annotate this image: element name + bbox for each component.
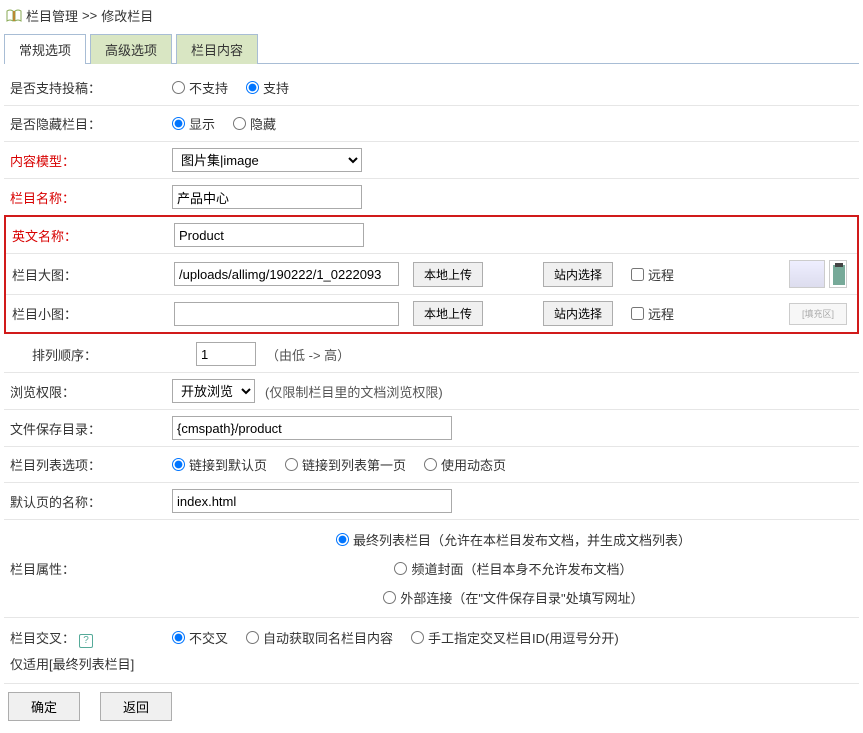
label-cross: 栏目交叉：? xyxy=(10,628,172,648)
smallimg-thumbs: [填充区] xyxy=(789,303,847,325)
input-order[interactable] xyxy=(196,342,256,366)
input-defpage[interactable] xyxy=(172,489,452,513)
label-smallimg: 栏目小图： xyxy=(10,304,174,323)
radio-listopt-1[interactable]: 链接到默认页 xyxy=(172,455,267,474)
label-defpage: 默认页的名称： xyxy=(8,492,172,511)
select-model[interactable]: 图片集|image xyxy=(172,148,362,172)
label-listopt: 栏目列表选项： xyxy=(8,455,172,474)
book-icon xyxy=(6,9,22,23)
row-listopt: 栏目列表选项： 链接到默认页 链接到列表第一页 使用动态页 xyxy=(4,447,859,483)
input-colname[interactable] xyxy=(172,185,362,209)
radio-hidden-hide[interactable]: 隐藏 xyxy=(233,114,276,133)
row-defpage: 默认页的名称： xyxy=(4,483,859,520)
radio-cross-1[interactable]: 不交叉 xyxy=(172,628,228,647)
btn-bigimg-local[interactable]: 本地上传 xyxy=(413,262,483,287)
tabs: 常规选项 高级选项 栏目内容 xyxy=(4,33,859,64)
check-bigimg-remote[interactable]: 远程 xyxy=(631,265,674,284)
row-savedir: 文件保存目录： xyxy=(4,410,859,447)
btn-back[interactable]: 返回 xyxy=(100,692,172,721)
btn-bigimg-site[interactable]: 站内选择 xyxy=(543,262,613,287)
radio-submission-no[interactable]: 不支持 xyxy=(172,78,228,97)
tab-general[interactable]: 常规选项 xyxy=(4,34,86,64)
label-colname: 栏目名称： xyxy=(8,188,172,207)
tab-content[interactable]: 栏目内容 xyxy=(176,34,258,64)
breadcrumb: 栏目管理 >> 修改栏目 xyxy=(4,4,859,33)
label-hidden: 是否隐藏栏目： xyxy=(8,114,172,133)
thumb-preview-2 xyxy=(829,260,847,288)
label-model: 内容模型： xyxy=(8,151,172,170)
row-cross: 栏目交叉：? 仅适用[最终列表栏目] 不交叉 自动获取同名栏目内容 手工指定交叉… xyxy=(4,618,859,684)
btn-smallimg-local[interactable]: 本地上传 xyxy=(413,301,483,326)
label-bigimg: 栏目大图： xyxy=(10,265,174,284)
row-bigimg: 栏目大图： 本地上传 站内选择 远程 xyxy=(6,254,857,295)
highlight-box: 英文名称： 栏目大图： 本地上传 站内选择 远程 栏目小图： xyxy=(4,215,859,334)
breadcrumb-module: 栏目管理 xyxy=(26,6,78,25)
radio-hidden-show[interactable]: 显示 xyxy=(172,114,215,133)
hint-perm: (仅限制栏目里的文档浏览权限) xyxy=(265,382,443,401)
radio-submission-yes[interactable]: 支持 xyxy=(246,78,289,97)
label-perm: 浏览权限： xyxy=(8,382,172,401)
row-perm: 浏览权限： 开放浏览 (仅限制栏目里的文档浏览权限) xyxy=(4,373,859,410)
row-order: 排列顺序： （由低 -> 高） xyxy=(4,336,859,373)
bigimg-thumbs xyxy=(789,260,847,288)
breadcrumb-sep: >> xyxy=(82,8,97,23)
help-icon[interactable]: ? xyxy=(79,634,93,648)
tab-advanced[interactable]: 高级选项 xyxy=(90,34,172,64)
label-enname: 英文名称： xyxy=(10,226,174,245)
input-savedir[interactable] xyxy=(172,416,452,440)
btn-ok[interactable]: 确定 xyxy=(8,692,80,721)
select-perm[interactable]: 开放浏览 xyxy=(172,379,255,403)
input-enname[interactable] xyxy=(174,223,364,247)
label-submission: 是否支持投稿： xyxy=(8,78,172,97)
input-bigimg[interactable] xyxy=(174,262,399,286)
thumb-attach: [填充区] xyxy=(789,303,847,325)
row-smallimg: 栏目小图： 本地上传 站内选择 远程 [填充区] xyxy=(6,295,857,332)
label-savedir: 文件保存目录： xyxy=(8,419,172,438)
radio-attr-2[interactable]: 频道封面（栏目本身不允许发布文档） xyxy=(394,559,632,578)
radio-attr-3[interactable]: 外部连接（在"文件保存目录"处填写网址） xyxy=(383,588,643,607)
row-attr: 栏目属性： 最终列表栏目（允许在本栏目发布文档，并生成文档列表） 频道封面（栏目… xyxy=(4,520,859,618)
radio-cross-2[interactable]: 自动获取同名栏目内容 xyxy=(246,628,393,647)
row-enname: 英文名称： xyxy=(6,217,857,254)
row-colname: 栏目名称： xyxy=(4,179,859,215)
hint-order: （由低 -> 高） xyxy=(266,345,350,364)
breadcrumb-page: 修改栏目 xyxy=(101,6,153,25)
radio-cross-3[interactable]: 手工指定交叉栏目ID(用逗号分开) xyxy=(411,628,619,647)
radio-attr-1[interactable]: 最终列表栏目（允许在本栏目发布文档，并生成文档列表） xyxy=(336,530,691,549)
row-model: 内容模型： 图片集|image xyxy=(4,142,859,179)
radio-listopt-2[interactable]: 链接到列表第一页 xyxy=(285,455,406,474)
label-attr: 栏目属性： xyxy=(8,559,172,578)
row-hidden: 是否隐藏栏目： 显示 隐藏 xyxy=(4,106,859,142)
footer-buttons: 确定 返回 xyxy=(4,684,859,729)
label-order: 排列顺序： xyxy=(8,345,172,364)
btn-smallimg-site[interactable]: 站内选择 xyxy=(543,301,613,326)
row-submission: 是否支持投稿： 不支持 支持 xyxy=(4,70,859,106)
check-smallimg-remote[interactable]: 远程 xyxy=(631,304,674,323)
radio-listopt-3[interactable]: 使用动态页 xyxy=(424,455,506,474)
input-smallimg[interactable] xyxy=(174,302,399,326)
thumb-preview-1 xyxy=(789,260,825,288)
